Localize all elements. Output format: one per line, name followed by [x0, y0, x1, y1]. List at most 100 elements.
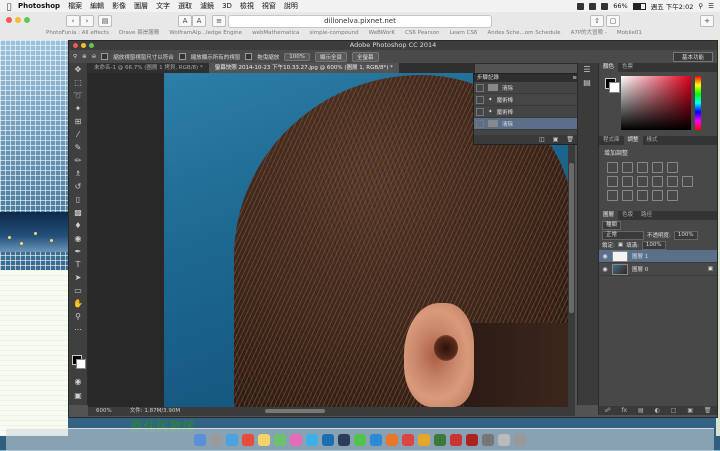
panel-icon[interactable]: ☰ [578, 63, 596, 76]
adjustment-layer-icon[interactable]: ◐ [655, 406, 660, 415]
menu-help[interactable]: 說明 [284, 1, 298, 11]
status-icon[interactable] [577, 2, 585, 10]
screen-mode-icon[interactable]: ▣ [69, 389, 87, 402]
pen-tool-icon[interactable]: ✒ [69, 245, 87, 258]
app-icon[interactable] [402, 434, 414, 446]
messages-icon[interactable] [354, 434, 366, 446]
zoom-in-icon[interactable]: ⊕ [82, 54, 87, 60]
text-larger-button[interactable]: A [192, 15, 206, 27]
horizontal-scrollbar[interactable] [265, 409, 325, 413]
hand-tool-icon[interactable]: ✋ [69, 297, 87, 310]
levels-icon[interactable] [622, 162, 633, 173]
downloads-icon[interactable] [498, 434, 510, 446]
battery-icon[interactable] [632, 2, 646, 10]
trash-icon[interactable]: 🗑 [704, 406, 712, 415]
zoom-tool-icon[interactable]: ⚲ [69, 310, 87, 323]
menu-type[interactable]: 文字 [156, 1, 170, 11]
bookmark-item[interactable]: WolframAlp...ledge Engine [169, 28, 242, 39]
eye-icon[interactable]: ◉ [602, 253, 608, 260]
close-icon[interactable] [6, 17, 12, 23]
tab-layers[interactable]: 圖層 [599, 211, 619, 220]
opacity-field[interactable]: 100% [673, 230, 698, 240]
layer-name[interactable]: 圖層 1 [632, 252, 648, 260]
bookmark-item[interactable]: PhotoFunia : All effects [46, 28, 109, 39]
channel-mixer-icon[interactable] [667, 176, 678, 187]
app-menu[interactable]: Photoshop [18, 2, 60, 10]
bookmark-item[interactable]: simple-compound [309, 28, 358, 39]
lock-icon[interactable]: ▣ [618, 242, 623, 248]
workspace-select[interactable]: 基本功能 [672, 51, 713, 62]
gradient-tool-icon[interactable]: ▩ [69, 206, 87, 219]
menu-image[interactable]: 影像 [112, 1, 126, 11]
photos-icon[interactable] [290, 434, 302, 446]
vibrance-icon[interactable] [667, 162, 678, 173]
launchpad-icon[interactable] [210, 434, 222, 446]
bookmark-item[interactable]: WeBWorK [369, 28, 395, 39]
dodge-tool-icon[interactable]: ◉ [69, 232, 87, 245]
invert-icon[interactable] [607, 190, 618, 201]
history-step-selected[interactable]: 清除 [474, 118, 580, 130]
black-white-icon[interactable] [637, 176, 648, 187]
app-icon[interactable] [466, 434, 478, 446]
brush-tool-icon[interactable]: ✏ [69, 154, 87, 167]
eyedropper-icon[interactable]: ⁄ [69, 128, 87, 141]
blend-mode-select[interactable]: 正常 [602, 230, 644, 240]
gradient-map-icon[interactable] [652, 190, 663, 201]
posterize-icon[interactable] [622, 190, 633, 201]
menu-window[interactable]: 視窗 [262, 1, 276, 11]
layer-row-selected[interactable]: ◉ 圖層 1 [599, 250, 717, 263]
exposure-icon[interactable] [652, 162, 663, 173]
bookmark-item[interactable]: Learn CS6 [449, 28, 477, 39]
tab-paths[interactable]: 路徑 [637, 211, 656, 220]
quick-mask-icon[interactable]: ◉ [69, 375, 87, 388]
menu-3d[interactable]: 3D [222, 2, 232, 10]
fx-icon[interactable]: fx [621, 406, 627, 415]
skype-icon[interactable] [370, 434, 382, 446]
color-balance-icon[interactable] [622, 176, 633, 187]
menu-layer[interactable]: 圖層 [134, 1, 148, 11]
threshold-icon[interactable] [637, 190, 648, 201]
hue-slider[interactable] [695, 76, 701, 130]
doc-tab[interactable]: 未命名-1 @ 66.7% (圖層 1 拷貝, RGB/8) * [88, 63, 209, 73]
tab-adjustments[interactable]: 調整 [623, 136, 643, 145]
facetime-icon[interactable] [274, 434, 286, 446]
shape-tool-icon[interactable]: ▭ [69, 284, 87, 297]
stamp-tool-icon[interactable]: ♗ [69, 167, 87, 180]
history-step[interactable]: 清除 [474, 82, 580, 94]
history-step[interactable]: ✦ 魔術棒 [474, 94, 580, 106]
fill-field[interactable]: 100% [641, 240, 666, 250]
search-icon[interactable]: ⚲ [698, 2, 703, 10]
color-lookup-icon[interactable] [682, 176, 693, 187]
checkbox-icon[interactable] [476, 119, 484, 128]
app-icon[interactable] [434, 434, 446, 446]
bookmark-item[interactable]: CS6 Pearson [405, 28, 439, 39]
tab-color[interactable]: 顏色 [599, 63, 619, 72]
forward-button[interactable]: › [80, 15, 94, 27]
background-color[interactable] [76, 359, 86, 369]
zoom-all-checkbox[interactable] [178, 53, 186, 60]
appstore-icon[interactable] [306, 434, 318, 446]
color-spectrum[interactable] [621, 76, 691, 130]
eye-icon[interactable]: ◉ [602, 266, 608, 273]
fill-screen-button[interactable]: 全螢幕 [352, 51, 379, 62]
path-select-icon[interactable]: ➤ [69, 271, 87, 284]
snapshot-icon[interactable]: ◫ [539, 135, 545, 144]
safari-icon[interactable] [226, 434, 238, 446]
tab-styles[interactable]: 樣式 [643, 136, 662, 145]
list-icon[interactable]: ☰ [708, 2, 714, 10]
menu-file[interactable]: 檔案 [68, 1, 82, 11]
history-brush-icon[interactable]: ↺ [69, 180, 87, 193]
app-icon[interactable] [450, 434, 462, 446]
tab-libraries[interactable]: 程式庫 [599, 136, 624, 145]
blur-tool-icon[interactable]: ♦ [69, 219, 87, 232]
menu-filter[interactable]: 濾鏡 [200, 1, 214, 11]
fit-screen-button[interactable]: 顯示全頁 [315, 51, 348, 62]
wifi-icon[interactable] [601, 2, 609, 10]
new-layer-icon[interactable]: ▣ [687, 406, 693, 415]
panel-icon[interactable]: ▤ [578, 76, 596, 89]
history-title[interactable]: 步驟記錄 [477, 75, 499, 81]
menu-select[interactable]: 選取 [178, 1, 192, 11]
new-tab-button[interactable]: + [700, 15, 714, 27]
tab-swatches[interactable]: 色票 [618, 63, 637, 72]
menu-view[interactable]: 檢視 [240, 1, 254, 11]
